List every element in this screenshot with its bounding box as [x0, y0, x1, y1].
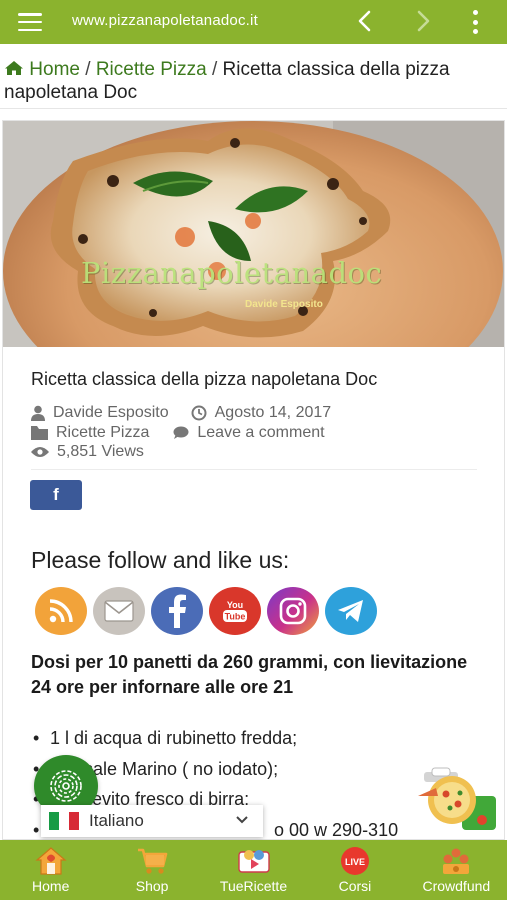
- hero-author-caption: Davide Esposito: [245, 299, 323, 310]
- telegram-button[interactable]: [325, 587, 377, 635]
- nav-label-shop: Shop: [135, 878, 169, 894]
- nav-item-corsi[interactable]: LIVE Corsi: [304, 840, 405, 900]
- breadcrumb-separator: /: [85, 59, 91, 80]
- recipe-dosage-heading: Dosi per 10 panetti da 260 grammi, con l…: [31, 652, 468, 697]
- language-selected-value: Italiano: [89, 811, 144, 830]
- ingredient-item: 1 l di acqua di rubinetto fredda;: [31, 723, 471, 754]
- cart-icon: [138, 848, 168, 874]
- italy-flag-icon: [49, 812, 79, 830]
- chevron-down-icon: [236, 816, 248, 824]
- post-category-link[interactable]: Ricette Pizza: [56, 424, 149, 442]
- folder-icon: [31, 426, 48, 440]
- breadcrumb-separator: /: [211, 59, 218, 80]
- post-date: Agosto 14, 2017: [214, 404, 332, 421]
- live-badge-text: LIVE: [345, 857, 365, 867]
- email-button[interactable]: [93, 587, 145, 635]
- youtube-text-bottom: Tube: [225, 612, 246, 622]
- hero-watermark: Pizzanapoletanadoc: [81, 256, 383, 290]
- language-select[interactable]: Italiano: [41, 805, 263, 837]
- facebook-icon: [169, 594, 186, 628]
- breadcrumb-home-link[interactable]: Home: [29, 59, 80, 80]
- rss-button[interactable]: [35, 587, 87, 635]
- follow-heading: Please follow and like us:: [31, 547, 290, 573]
- live-icon: LIVE: [340, 847, 369, 875]
- post-meta-row: 5,851 Views: [31, 443, 144, 461]
- divider: [0, 108, 507, 109]
- envelope-icon: [104, 600, 134, 622]
- comment-icon: [173, 426, 189, 439]
- home-icon: [35, 847, 67, 875]
- clock-icon: [191, 405, 207, 421]
- fingerprint-icon: [50, 770, 82, 802]
- nav-label-tue-ricette: TueRicette: [219, 878, 288, 894]
- post-author[interactable]: Davide Esposito: [53, 404, 169, 422]
- forward-arrow-icon[interactable]: [412, 8, 434, 34]
- pizza-photo: [3, 121, 504, 347]
- nav-label-home: Home: [32, 878, 70, 894]
- hamburger-menu-icon[interactable]: [18, 13, 42, 31]
- chef-mascot-widget-icon[interactable]: [416, 766, 496, 830]
- youtube-button[interactable]: You Tube: [209, 587, 261, 635]
- eye-icon: [31, 447, 49, 457]
- post-views: 5,851 Views: [57, 443, 144, 460]
- overflow-menu-icon[interactable]: [468, 10, 482, 34]
- facebook-share-button[interactable]: f: [30, 480, 82, 510]
- post-meta-row: Davide Esposito Agosto 14, 2017: [31, 404, 331, 422]
- back-arrow-icon[interactable]: [354, 8, 376, 34]
- post-meta-row: Ricette Pizza Leave a comment: [31, 424, 325, 442]
- leave-comment-link[interactable]: Leave a comment: [197, 424, 324, 442]
- hero-image[interactable]: Pizzanapoletanadoc Davide Esposito: [3, 121, 504, 347]
- crowdfund-icon: [443, 848, 470, 874]
- post-card: Pizzanapoletanadoc Davide Esposito Ricet…: [2, 120, 505, 845]
- telegram-icon: [338, 600, 363, 622]
- url-text[interactable]: www.pizzanapoletanadoc.it: [72, 12, 258, 29]
- instagram-icon: [279, 597, 307, 625]
- youtube-text-top: You: [227, 600, 243, 610]
- youtube-icon: You Tube: [223, 600, 247, 622]
- nav-item-tue-ricette[interactable]: TueRicette: [203, 840, 304, 900]
- nav-label-corsi: Corsi: [338, 878, 372, 894]
- user-icon: [31, 405, 45, 421]
- instagram-button[interactable]: [267, 587, 319, 635]
- bottom-navigation: Home Shop TueRicette LIVE Corsi Crowdfun…: [0, 840, 507, 900]
- social-follow-row: You Tube: [35, 587, 383, 635]
- facebook-follow-button[interactable]: [151, 587, 203, 635]
- breadcrumb-category-link[interactable]: Ricette Pizza: [96, 59, 207, 80]
- post-title[interactable]: Ricetta classica della pizza napoletana …: [31, 369, 377, 390]
- nav-item-home[interactable]: Home: [0, 840, 101, 900]
- nav-item-crowdfund[interactable]: Crowdfund: [406, 840, 507, 900]
- nav-item-shop[interactable]: Shop: [101, 840, 202, 900]
- nav-label-crowdfund: Crowdfund: [422, 878, 491, 894]
- video-icon: [237, 850, 270, 873]
- breadcrumb: Home / Ricette Pizza / Ricetta classica …: [4, 58, 504, 104]
- browser-toolbar: www.pizzanapoletanadoc.it: [0, 0, 507, 44]
- facebook-icon: f: [53, 485, 59, 504]
- home-icon: [5, 61, 23, 75]
- divider: [31, 469, 477, 470]
- rss-icon: [49, 599, 73, 623]
